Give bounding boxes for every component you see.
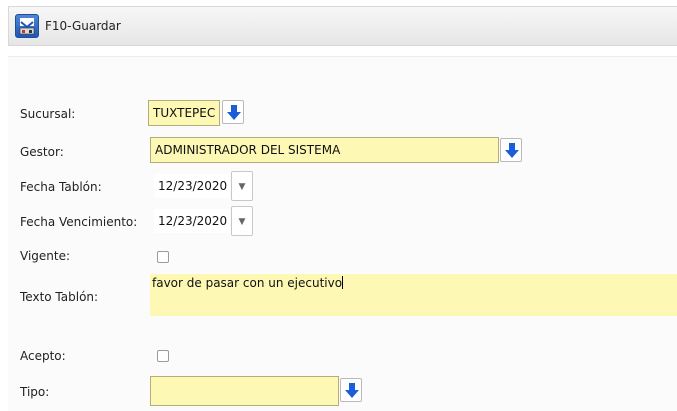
texto-tablon-label: Texto Tablón: xyxy=(20,290,99,304)
sucursal-label: Sucursal: xyxy=(20,107,76,121)
vigente-label: Vigente: xyxy=(20,249,71,263)
tipo-label: Tipo: xyxy=(20,385,50,399)
texto-tablon-value: favor de pasar con un ejecutivo xyxy=(152,276,343,290)
fecha-tablon-dropdown[interactable]: ▼ xyxy=(231,171,253,201)
fecha-vencimiento-dropdown[interactable]: ▼ xyxy=(231,206,253,236)
vigente-checkbox[interactable] xyxy=(157,251,169,263)
sucursal-input[interactable]: TUXTEPEC xyxy=(148,100,220,126)
arrow-down-icon xyxy=(505,143,519,158)
save-button[interactable]: F10-Guardar xyxy=(15,14,121,38)
fecha-vencimiento-input[interactable]: 12/23/2020 xyxy=(154,209,230,233)
sucursal-lookup-button[interactable] xyxy=(222,100,244,124)
texto-tablon-textarea[interactable]: favor de pasar con un ejecutivo xyxy=(150,274,677,316)
toolbar: F10-Guardar xyxy=(8,6,677,46)
save-label: F10-Guardar xyxy=(45,19,121,33)
arrow-down-icon xyxy=(345,383,359,398)
tipo-input[interactable] xyxy=(150,376,339,406)
gestor-input[interactable]: ADMINISTRADOR DEL SISTEMA xyxy=(150,137,499,163)
fecha-tablon-input[interactable]: 12/23/2020 xyxy=(154,174,230,198)
form-panel xyxy=(8,56,677,411)
fecha-tablon-label: Fecha Tablón: xyxy=(20,180,102,194)
tipo-lookup-button[interactable] xyxy=(340,378,362,402)
save-floppy-icon xyxy=(15,14,39,38)
chevron-down-icon: ▼ xyxy=(238,182,246,192)
acepto-checkbox[interactable] xyxy=(157,350,169,362)
fecha-vencimiento-label: Fecha Vencimiento: xyxy=(20,215,138,229)
acepto-label: Acepto: xyxy=(20,349,66,363)
gestor-lookup-button[interactable] xyxy=(500,138,522,162)
gestor-label: Gestor: xyxy=(20,145,64,159)
text-caret xyxy=(342,276,344,289)
chevron-down-icon: ▼ xyxy=(238,217,246,227)
arrow-down-icon xyxy=(227,105,241,120)
